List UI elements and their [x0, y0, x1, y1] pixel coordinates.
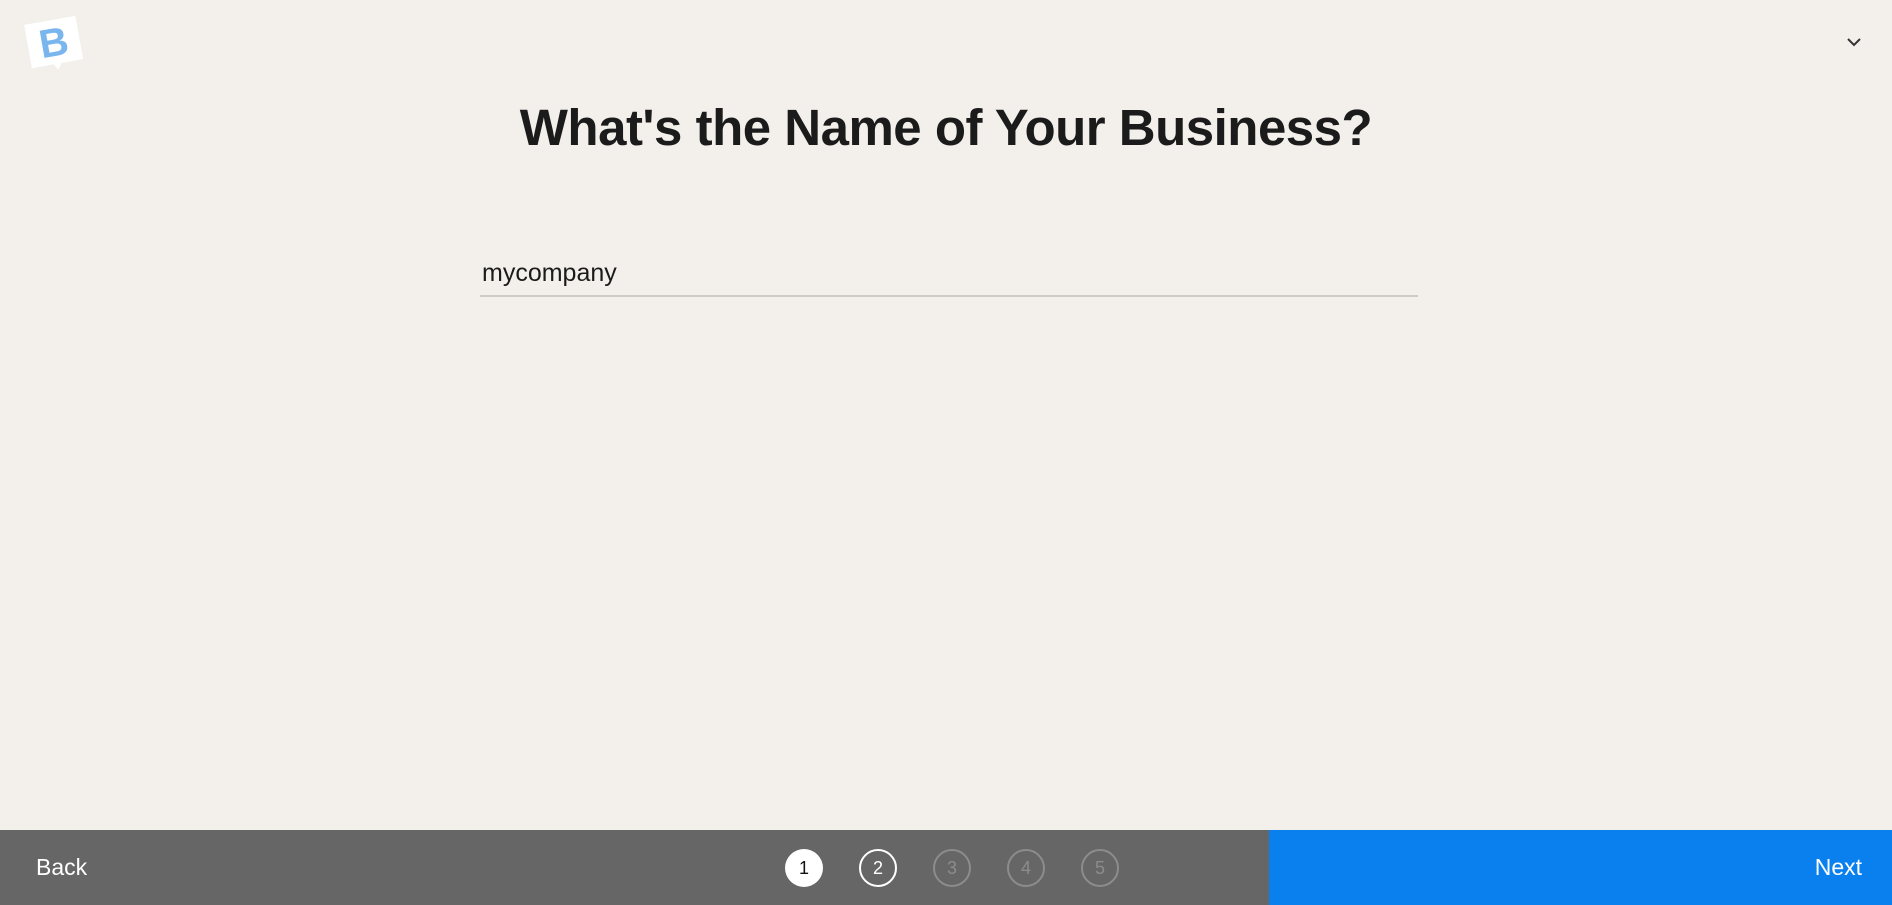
- page-title: What's the Name of Your Business?: [519, 99, 1373, 156]
- b-logo-icon[interactable]: B: [22, 14, 86, 74]
- business-name-input[interactable]: [480, 252, 1418, 297]
- business-name-field: [480, 252, 1418, 297]
- step-2[interactable]: 2: [859, 849, 897, 887]
- step-4[interactable]: 4: [1007, 849, 1045, 887]
- chevron-down-icon[interactable]: [1842, 30, 1866, 54]
- step-indicator: 1 2 3 4 5: [785, 849, 1119, 887]
- step-5[interactable]: 5: [1081, 849, 1119, 887]
- next-button[interactable]: Next: [1269, 830, 1892, 905]
- step-1[interactable]: 1: [785, 849, 823, 887]
- back-button[interactable]: Back: [36, 830, 87, 905]
- onboarding-page: B What's the Name of Your Business? Back…: [0, 0, 1892, 905]
- step-3[interactable]: 3: [933, 849, 971, 887]
